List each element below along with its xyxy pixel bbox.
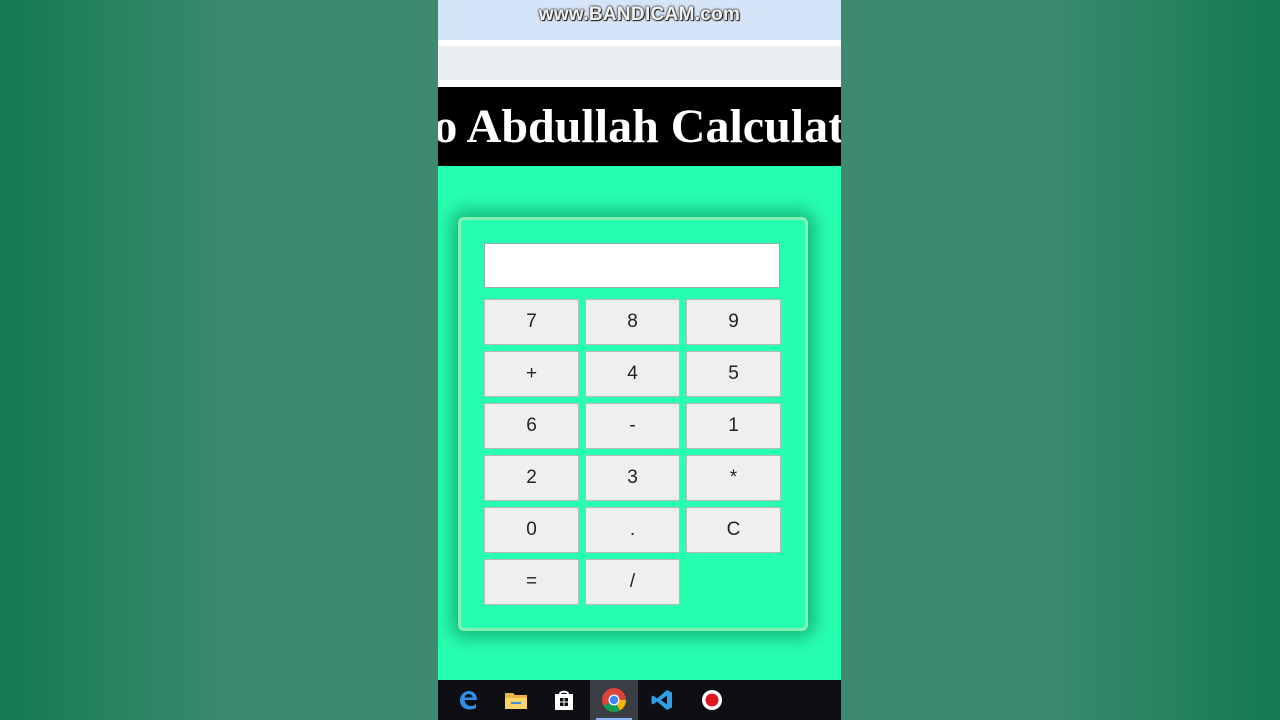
key-clear[interactable]: C	[686, 507, 781, 553]
windows-taskbar	[438, 680, 841, 720]
key-7[interactable]: 7	[484, 299, 579, 345]
key-1[interactable]: 1	[686, 403, 781, 449]
key-decimal[interactable]: .	[585, 507, 680, 553]
key-plus[interactable]: +	[484, 351, 579, 397]
key-minus[interactable]: -	[585, 403, 680, 449]
key-multiply[interactable]: *	[686, 455, 781, 501]
chrome-icon[interactable]	[590, 680, 638, 720]
browser-address-area	[438, 46, 841, 81]
key-divide[interactable]: /	[585, 559, 680, 605]
key-8[interactable]: 8	[585, 299, 680, 345]
microsoft-store-icon[interactable]	[542, 680, 586, 720]
key-5[interactable]: 5	[686, 351, 781, 397]
key-6[interactable]: 6	[484, 403, 579, 449]
file-explorer-icon[interactable]	[494, 680, 538, 720]
calculator-display[interactable]	[484, 243, 780, 288]
key-equals[interactable]: =	[484, 559, 579, 605]
vscode-icon[interactable]	[640, 680, 684, 720]
bandicam-watermark: www.BANDICAM.com	[538, 4, 741, 25]
edge-icon[interactable]	[446, 680, 490, 720]
bandicam-record-icon[interactable]	[690, 680, 734, 720]
recording-watermark-bar: www.BANDICAM.com	[438, 0, 841, 40]
key-3[interactable]: 3	[585, 455, 680, 501]
browser-viewport: www.BANDICAM.com Welcome To Abdullah Cal…	[438, 0, 841, 720]
key-4[interactable]: 4	[585, 351, 680, 397]
page-title: Welcome To Abdullah Calculator	[438, 100, 841, 153]
key-0[interactable]: 0	[484, 507, 579, 553]
calculator: 7 8 9 + 4 5 6 - 1 2 3 * 0 . C = /	[458, 217, 808, 631]
key-2[interactable]: 2	[484, 455, 579, 501]
key-9[interactable]: 9	[686, 299, 781, 345]
browser-chrome-divider	[438, 80, 841, 87]
page-banner: Welcome To Abdullah Calculator	[438, 87, 841, 166]
